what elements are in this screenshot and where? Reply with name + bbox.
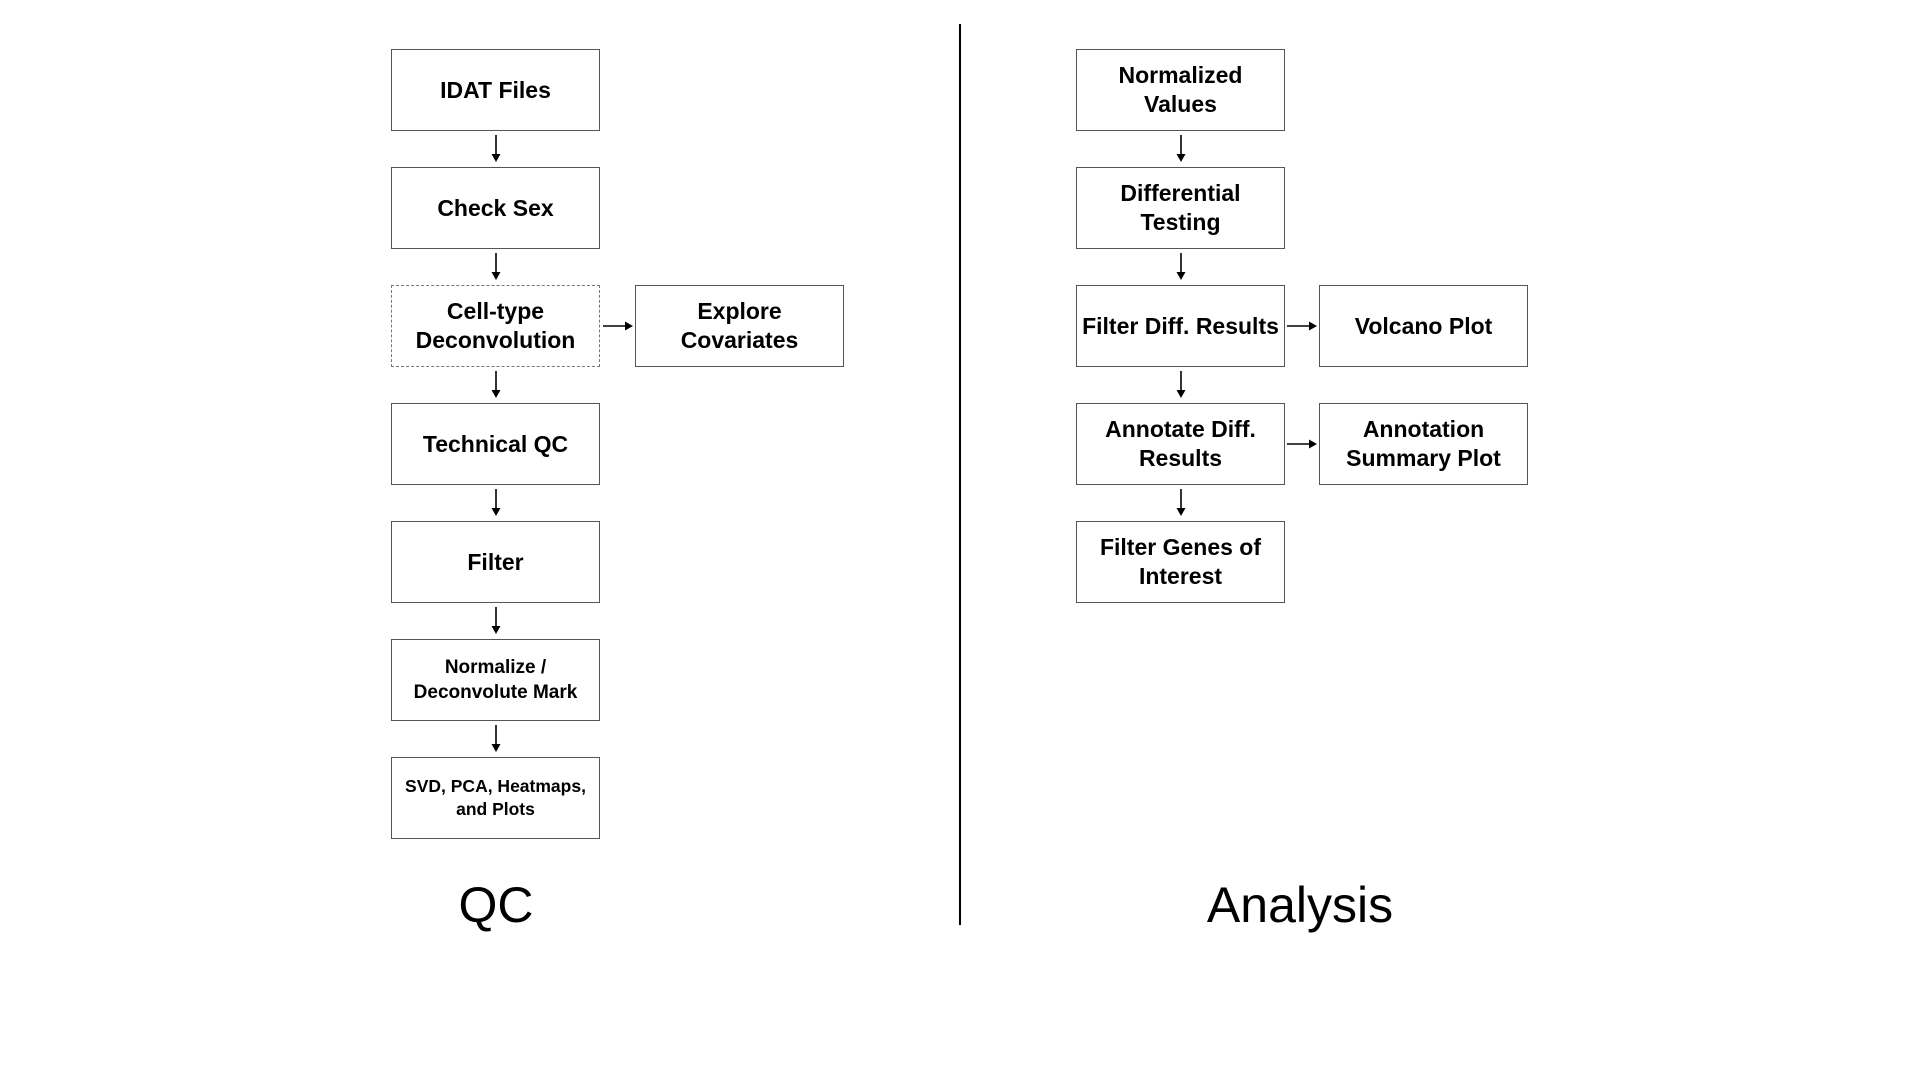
step-label: Annotation Summary Plot xyxy=(1346,416,1501,471)
step-svd-pca-heatmaps-plots: SVD, PCA, Heatmaps, and Plots xyxy=(391,757,600,839)
arrow-down-icon xyxy=(1176,253,1186,280)
arrow-down-icon xyxy=(491,725,501,752)
arrow-down-icon xyxy=(491,253,501,280)
step-idat-files: IDAT Files xyxy=(391,49,600,131)
step-label: Cell-type Deconvolution xyxy=(415,298,576,353)
step-cell-type-deconvolution: Cell-type Deconvolution xyxy=(391,285,600,367)
step-label: Normalized Values xyxy=(1118,62,1243,117)
arrow-down-icon xyxy=(491,371,501,398)
arrow-down-icon xyxy=(491,607,501,634)
arrow-right-icon xyxy=(603,321,633,331)
step-label: Differential Testing xyxy=(1120,180,1241,235)
step-label: IDAT Files xyxy=(440,76,551,103)
arrow-right-icon xyxy=(1287,439,1317,449)
step-volcano-plot: Volcano Plot xyxy=(1319,285,1528,367)
step-explore-covariates: Explore Covariates xyxy=(635,285,844,367)
arrow-right-icon xyxy=(1287,321,1317,331)
step-label: Check Sex xyxy=(437,194,554,221)
step-label: Annotate Diff. Results xyxy=(1105,416,1256,471)
step-annotate-diff-results: Annotate Diff. Results xyxy=(1076,403,1285,485)
step-label: Normalize / Deconvolute Mark xyxy=(413,657,578,703)
section-title-qc: QC xyxy=(458,877,534,933)
step-differential-testing: Differential Testing xyxy=(1076,167,1285,249)
step-label: Technical QC xyxy=(422,430,569,457)
arrow-down-icon xyxy=(1176,371,1186,398)
step-normalize-deconvolute-mark: Normalize / Deconvolute Mark xyxy=(391,639,600,721)
step-technical-qc: Technical QC xyxy=(391,403,600,485)
section-title-analysis: Analysis xyxy=(1206,877,1394,933)
step-label: Volcano Plot xyxy=(1354,312,1493,339)
step-annotation-summary-plot: Annotation Summary Plot xyxy=(1319,403,1528,485)
step-filter: Filter xyxy=(391,521,600,603)
step-normalized-values: Normalized Values xyxy=(1076,49,1285,131)
step-label: SVD, PCA, Heatmaps, and Plots xyxy=(405,776,586,819)
arrow-down-icon xyxy=(1176,489,1186,516)
step-filter-diff-results: Filter Diff. Results xyxy=(1076,285,1285,367)
section-divider xyxy=(959,24,961,925)
step-check-sex: Check Sex xyxy=(391,167,600,249)
step-label: Explore Covariates xyxy=(680,298,799,353)
step-label: Filter Diff. Results xyxy=(1082,312,1279,339)
arrow-down-icon xyxy=(1176,135,1186,162)
step-filter-genes-of-interest: Filter Genes of Interest xyxy=(1076,521,1285,603)
step-label: Filter Genes of Interest xyxy=(1099,534,1262,589)
arrow-down-icon xyxy=(491,489,501,516)
step-label: Filter xyxy=(467,548,524,575)
arrow-down-icon xyxy=(491,135,501,162)
